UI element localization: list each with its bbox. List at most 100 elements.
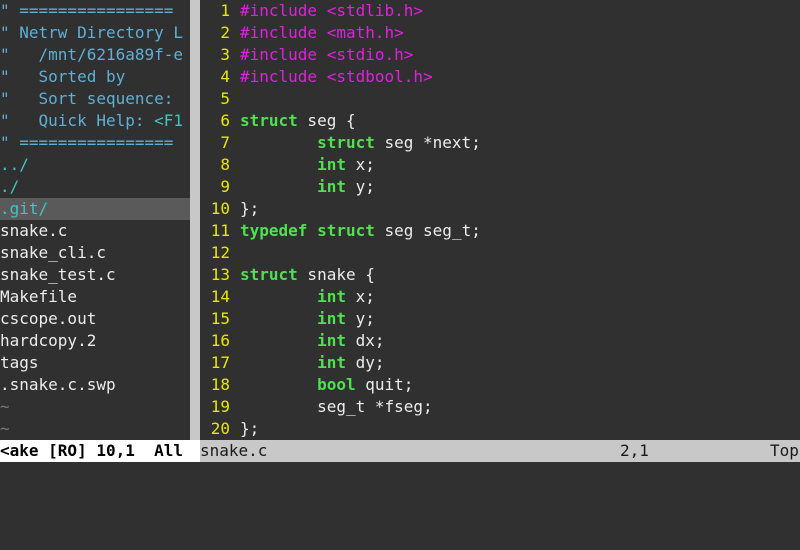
code-line[interactable]: 13 struct snake {	[200, 264, 800, 286]
code-token: dx;	[345, 331, 385, 350]
code-text: bool quit;	[240, 374, 413, 396]
line-number: 8	[220, 155, 230, 174]
code-token: dy;	[345, 353, 385, 372]
code-line[interactable]: 16 int dx;	[200, 330, 800, 352]
code-line[interactable]: 1 #include <stdlib.h>	[200, 0, 800, 22]
code-text: #include <stdbool.h>	[240, 66, 433, 88]
netrw-quick-help-label: " Quick Help:	[0, 111, 155, 130]
code-line[interactable]: 6 struct seg {	[200, 110, 800, 132]
code-token: <stdio.h>	[326, 45, 414, 64]
code-token: #include	[240, 67, 318, 86]
code-text: int y;	[240, 176, 375, 198]
code-line[interactable]: 2 #include <math.h>	[200, 22, 800, 44]
code-token: int	[317, 287, 346, 306]
code-token: int	[317, 155, 346, 174]
code-line[interactable]: 3 #include <stdio.h>	[200, 44, 800, 66]
line-number: 7	[220, 133, 230, 152]
line-number: 1	[220, 1, 230, 20]
netrw-header: " ================ " Netrw Directory L "…	[0, 0, 190, 154]
code-line[interactable]: 19 seg_t *fseg;	[200, 396, 800, 418]
netrw-dir-entry[interactable]: ./	[0, 176, 190, 198]
line-number: 5	[220, 89, 230, 108]
status-line: <ake [RO] 10,1 All snake.c 2,1 Top	[0, 440, 800, 462]
editor-statusline-filename: snake.c	[200, 441, 268, 460]
netrw-header-line: " /mnt/6216a89f-e	[0, 45, 184, 64]
line-number: 16	[210, 331, 230, 350]
code-text: typedef struct seg seg_t;	[240, 220, 481, 242]
line-number: 11	[210, 221, 230, 240]
netrw-dir-entry[interactable]: ../	[0, 154, 190, 176]
code-token: <stdlib.h>	[326, 1, 424, 20]
code-token: struct	[240, 265, 298, 284]
code-token: int	[317, 309, 346, 328]
netrw-pane[interactable]: " ================ " Netrw Directory L "…	[0, 0, 190, 440]
code-token: <stdbool.h>	[326, 67, 433, 86]
line-number: 17	[210, 353, 230, 372]
vertical-split-separator[interactable]	[190, 0, 200, 440]
code-text: };	[240, 418, 259, 440]
code-text: struct seg {	[240, 110, 356, 132]
code-token: x;	[345, 155, 375, 174]
netrw-file-entry[interactable]: snake_test.c	[0, 264, 190, 286]
netrw-file-entry[interactable]: Makefile	[0, 286, 190, 308]
netrw-quick-help-line: " Quick Help: <F1	[0, 110, 190, 132]
code-token: y;	[345, 177, 375, 196]
netrw-header-line: " ================	[0, 133, 174, 152]
code-token: struct	[317, 221, 375, 240]
code-line[interactable]: 9 int y;	[200, 176, 800, 198]
code-token: #include	[240, 45, 318, 64]
editor-pane[interactable]: 1 #include <stdlib.h> 2 #include <math.h> 3 #…	[200, 0, 800, 440]
code-text: #include <stdio.h>	[240, 44, 413, 66]
netrw-file-entry[interactable]: cscope.out	[0, 308, 190, 330]
code-token: y;	[345, 309, 375, 328]
code-token: bool	[317, 375, 356, 394]
code-line[interactable]: 4 #include <stdbool.h>	[200, 66, 800, 88]
code-text: struct seg *next;	[240, 132, 481, 154]
code-line[interactable]: 14 int x;	[200, 286, 800, 308]
netrw-file-entry[interactable]: hardcopy.2	[0, 330, 190, 352]
code-text: int dx;	[240, 330, 385, 352]
netrw-file-entry[interactable]: snake.c	[0, 220, 190, 242]
netrw-dir-entry[interactable]: .git/	[0, 198, 190, 220]
netrw-header-line: " Sorted by	[0, 67, 126, 86]
code-line[interactable]: 10};	[200, 198, 800, 220]
code-line[interactable]: 7 struct seg *next;	[200, 132, 800, 154]
code-text: };	[240, 198, 259, 220]
code-line[interactable]: 15 int y;	[200, 308, 800, 330]
code-line[interactable]: 17 int dy;	[200, 352, 800, 374]
code-text: int dy;	[240, 352, 385, 374]
netrw-file-entry[interactable]: .snake.c.swp	[0, 374, 190, 396]
code-line[interactable]: 11 typedef struct seg seg_t;	[200, 220, 800, 242]
code-token: int	[317, 353, 346, 372]
code-token: struct	[240, 111, 298, 130]
code-buffer[interactable]: 1 #include <stdlib.h> 2 #include <math.h> 3 #…	[200, 0, 800, 440]
code-line[interactable]: 8 int x;	[200, 154, 800, 176]
netrw-file-list: .././.git/snake.c snake_cli.c snake_test.c…	[0, 154, 190, 396]
editor-statusline-position: 2,1	[620, 441, 649, 460]
code-line[interactable]: 18 bool quit;	[200, 374, 800, 396]
code-token: int	[317, 331, 346, 350]
line-number: 14	[210, 287, 230, 306]
code-token: int	[317, 177, 346, 196]
netrw-file-entry[interactable]: tags	[0, 352, 190, 374]
code-text: #include <math.h>	[240, 22, 404, 44]
code-line[interactable]: 12	[200, 242, 800, 264]
code-text: seg_t *fseg;	[240, 396, 433, 418]
code-line[interactable]: 5	[200, 88, 800, 110]
netrw-file-entry[interactable]: snake_cli.c	[0, 242, 190, 264]
line-number: 9	[220, 177, 230, 196]
code-text: struct snake {	[240, 264, 375, 286]
code-line[interactable]: 20};	[200, 418, 800, 440]
code-text: int x;	[240, 286, 375, 308]
line-number: 6	[220, 111, 230, 130]
line-number: 18	[210, 375, 230, 394]
